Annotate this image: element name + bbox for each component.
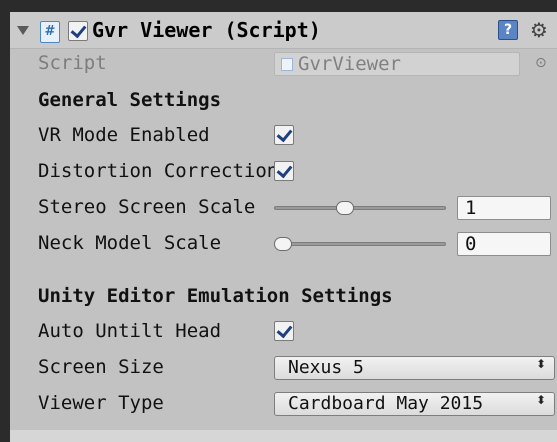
editor-emulation-heading: Unity Editor Emulation Settings: [38, 285, 393, 307]
component-header: # Gvr Viewer (Script) ? ⚙: [10, 12, 557, 49]
stereo-screen-scale-label: Stereo Screen Scale: [38, 196, 256, 218]
script-icon: #: [40, 21, 60, 43]
screen-size-label: Screen Size: [38, 356, 164, 378]
script-label: Script: [38, 52, 107, 74]
viewer-type-value: Cardboard May 2015: [288, 393, 484, 414]
neck-model-scale-label: Neck Model Scale: [38, 232, 222, 254]
checkmark-icon: [276, 125, 293, 143]
neck-model-scale-input[interactable]: 0: [457, 232, 551, 256]
inspector-component-panel: # Gvr Viewer (Script) ? ⚙ Script GvrView…: [10, 12, 557, 430]
stereo-screen-scale-slider-thumb[interactable]: [335, 201, 354, 215]
neck-model-scale-slider-thumb[interactable]: [274, 237, 292, 251]
checkmark-icon: [276, 321, 293, 339]
dropdown-arrows-icon: ⬍: [535, 393, 546, 407]
general-settings-heading: General Settings: [38, 89, 222, 111]
object-picker-icon[interactable]: ⊙: [535, 55, 551, 71]
auto-untilt-head-label: Auto Untilt Head: [38, 320, 222, 342]
dropdown-arrows-icon: ⬍: [535, 357, 546, 371]
checkmark-icon: [70, 21, 87, 39]
script-object-value: GvrViewer: [298, 53, 401, 75]
gear-icon[interactable]: ⚙: [530, 20, 557, 42]
distortion-correction-label: Distortion Correction: [38, 160, 274, 182]
script-object-field: GvrViewer: [274, 52, 520, 76]
component-title: Gvr Viewer (Script): [92, 18, 321, 42]
inspector-bottom-strip: [10, 430, 557, 442]
help-icon[interactable]: ?: [498, 20, 518, 40]
screen-size-value: Nexus 5: [288, 357, 364, 378]
vr-mode-enabled-checkbox[interactable]: [274, 125, 294, 145]
neck-model-scale-slider-track[interactable]: [274, 242, 446, 246]
screen-size-dropdown[interactable]: Nexus 5 ⬍: [274, 356, 555, 380]
script-file-icon: [281, 58, 293, 71]
distortion-correction-checkbox[interactable]: [274, 161, 294, 181]
checkmark-icon: [276, 161, 293, 179]
component-enabled-checkbox[interactable]: [68, 21, 88, 41]
foldout-arrow-icon[interactable]: [17, 26, 29, 35]
stereo-screen-scale-input[interactable]: 1: [457, 196, 551, 220]
viewer-type-label: Viewer Type: [38, 392, 164, 414]
viewer-type-dropdown[interactable]: Cardboard May 2015 ⬍: [274, 392, 555, 416]
auto-untilt-head-checkbox[interactable]: [274, 321, 294, 341]
vr-mode-enabled-label: VR Mode Enabled: [38, 124, 210, 146]
stereo-screen-scale-slider-track[interactable]: [274, 206, 446, 210]
